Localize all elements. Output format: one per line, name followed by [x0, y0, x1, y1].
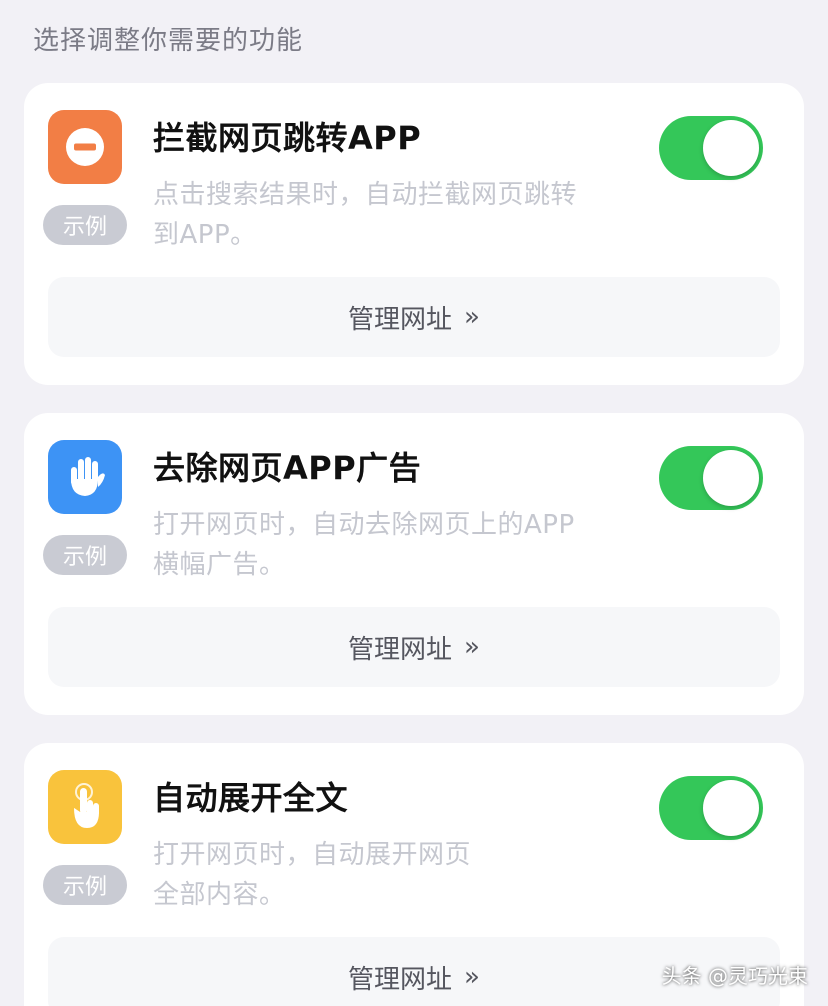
feature-toggle[interactable]	[659, 446, 763, 510]
manage-urls-button[interactable]: 管理网址 »	[48, 277, 780, 357]
toggle-knob	[703, 780, 759, 836]
hand-icon	[48, 440, 122, 514]
example-button[interactable]: 示例	[43, 535, 127, 575]
manage-urls-label: 管理网址	[348, 304, 453, 335]
feature-title: 去除网页APP广告	[153, 449, 422, 487]
manage-urls-button[interactable]: 管理网址 »	[48, 607, 780, 687]
double-chevron-right-icon: »	[464, 962, 480, 992]
double-chevron-right-icon: »	[464, 632, 480, 662]
pointer-hand-icon	[48, 770, 122, 844]
feature-card-block-app-jump: 示例 拦截网页跳转APP 点击搜索结果时，自动拦截网页跳转 到APP。 管理网址…	[24, 83, 804, 385]
feature-description: 打开网页时，自动去除网页上的APP 横幅广告。	[153, 505, 623, 585]
feature-card-remove-ads: 示例 去除网页APP广告 打开网页时，自动去除网页上的APP 横幅广告。 管理网…	[24, 413, 804, 715]
feature-description: 打开网页时，自动展开网页 全部内容。	[153, 835, 623, 915]
example-button[interactable]: 示例	[43, 205, 127, 245]
feature-toggle[interactable]	[659, 116, 763, 180]
description-line: 横幅广告。	[153, 550, 286, 580]
description-line: 打开网页时，自动展开网页	[153, 840, 472, 870]
description-line: 全部内容。	[153, 880, 286, 910]
example-button[interactable]: 示例	[43, 865, 127, 905]
feature-description: 点击搜索结果时，自动拦截网页跳转 到APP。	[153, 175, 623, 255]
watermark: 头条 @灵巧光束	[661, 964, 808, 988]
feature-title: 自动展开全文	[153, 779, 349, 817]
double-chevron-right-icon: »	[464, 302, 480, 332]
description-line: 到APP。	[153, 220, 257, 250]
toggle-knob	[703, 120, 759, 176]
feature-toggle[interactable]	[659, 776, 763, 840]
manage-urls-label: 管理网址	[348, 964, 453, 995]
feature-title: 拦截网页跳转APP	[153, 119, 422, 157]
description-line: 打开网页时，自动去除网页上的APP	[153, 510, 575, 540]
manage-urls-label: 管理网址	[348, 634, 453, 665]
toggle-knob	[703, 450, 759, 506]
description-line: 点击搜索结果时，自动拦截网页跳转	[153, 180, 578, 210]
stop-icon	[48, 110, 122, 184]
section-title: 选择调整你需要的功能	[33, 26, 304, 56]
